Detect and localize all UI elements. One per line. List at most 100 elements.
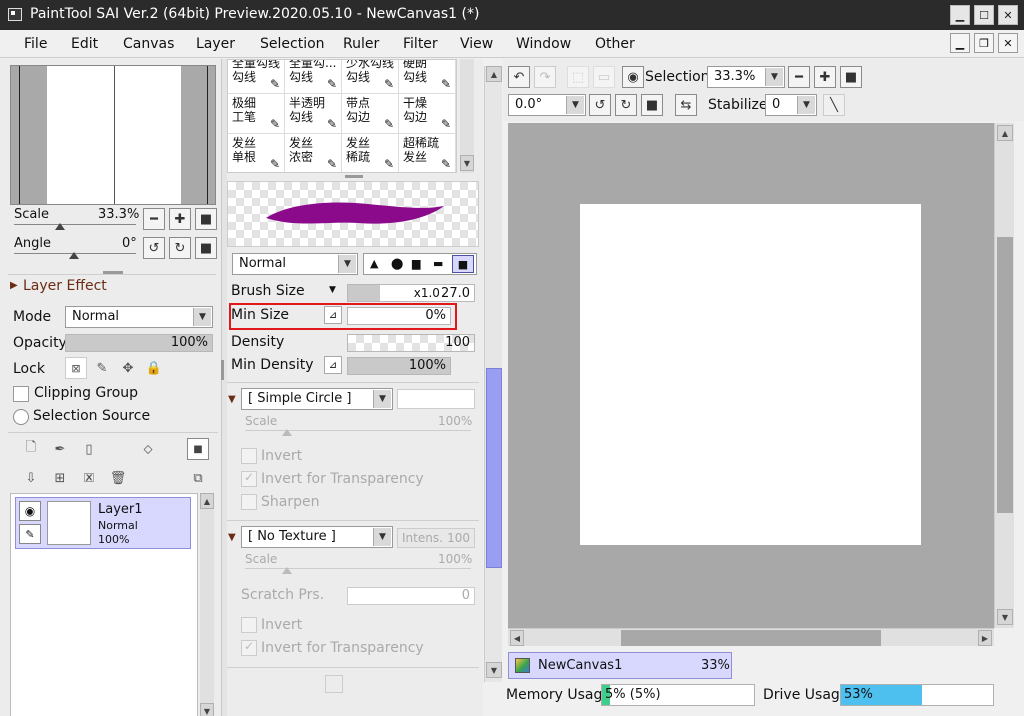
scale-slider[interactable] [14, 224, 136, 225]
canvas-rotate-reset-button[interactable]: ■ [641, 94, 663, 116]
brush-shape-select[interactable]: [ Simple Circle ] ▼ [241, 388, 393, 410]
new-layer-button[interactable]: 🗋 [20, 438, 42, 460]
tip-round-icon[interactable]: ⬤ [391, 257, 403, 270]
scroll-down-icon[interactable]: ▼ [997, 609, 1013, 625]
brush-preset-cell[interactable]: 全童勾... 勾线 ✎ [285, 60, 342, 94]
brush-size-dropdown-icon[interactable]: ▼ [329, 285, 336, 295]
doc-minimize-button[interactable]: ▁ [950, 33, 970, 53]
brush-preset-cell[interactable]: 全童勾线 勾线 ✎ [228, 60, 285, 94]
tip-trapezoid-icon[interactable]: ▆ [412, 257, 420, 270]
brush-preset-cell[interactable]: 少水勾线 勾线 ✎ [342, 60, 399, 94]
clipping-group-checkbox[interactable] [13, 386, 29, 402]
opacity-slider[interactable]: 100% [65, 334, 213, 352]
sharpen-checkbox[interactable] [241, 494, 257, 510]
scratch-pressure-input[interactable]: 0 [347, 587, 475, 605]
scroll-left-icon[interactable]: ◀ [510, 630, 524, 646]
layer-options-button[interactable]: ■ [187, 438, 209, 460]
lock-transparency-button[interactable]: ⊠ [65, 357, 87, 379]
maximize-button[interactable]: ☐ [974, 5, 994, 25]
doc-close-button[interactable]: ✕ [998, 33, 1018, 53]
zoom-select[interactable]: 33.3% ▼ [707, 66, 785, 88]
layer-copy-button[interactable]: ⧉ [187, 467, 209, 489]
canvas-vertical-scrollbar[interactable]: ▲ ▼ [994, 123, 1014, 628]
min-size-pressure-toggle[interactable]: ⊿ [324, 306, 342, 324]
menu-filter[interactable]: Filter [403, 36, 438, 52]
layer-list-scrollbar[interactable]: ▲ ▼ [200, 493, 214, 716]
brush-preset-cell[interactable]: 带点 勾边 ✎ [342, 94, 399, 134]
delete-layer-button[interactable]: 🗑 [107, 467, 129, 489]
brush-preset-cell[interactable]: 极细 工笔 ✎ [228, 94, 285, 134]
minimize-button[interactable]: ▁ [950, 5, 970, 25]
brush-preset-cell[interactable]: 发丝 浓密 ✎ [285, 134, 342, 172]
new-linework-layer-button[interactable]: ✒ [49, 438, 71, 460]
canvas-zoom-reset-button[interactable]: ■ [840, 66, 862, 88]
canvas-rotate-left-button[interactable]: ↺ [589, 94, 611, 116]
layer-edit-toggle[interactable]: ✎ [19, 524, 41, 544]
menu-edit[interactable]: Edit [71, 36, 98, 52]
lock-paint-button[interactable]: ✎ [91, 357, 113, 379]
shape-scale-handle[interactable] [282, 429, 292, 436]
texture-scale-slider[interactable] [245, 568, 471, 569]
scroll-down-icon[interactable]: ▼ [486, 662, 502, 678]
canvas-vscroll-thumb[interactable] [997, 237, 1013, 513]
deselect-button[interactable]: ⬚ [567, 66, 589, 88]
doc-restore-button[interactable]: ❐ [974, 33, 994, 53]
brush-grid-scrollbar[interactable]: ▼ [460, 59, 474, 173]
brush-preset-cell[interactable]: 发丝 稀疏 ✎ [342, 134, 399, 172]
invert-selection-button[interactable]: ▭ [593, 66, 615, 88]
layer-special-button[interactable]: ⬦ [137, 438, 159, 460]
tip-sharp-icon[interactable]: ▲ [370, 257, 378, 270]
brush-size-slider[interactable]: x1.0 27.0 [347, 284, 475, 302]
menu-other[interactable]: Other [595, 36, 635, 52]
zoom-out-button[interactable]: ━ [143, 208, 165, 230]
layer-mode-select[interactable]: Normal ▼ [65, 306, 213, 328]
canvas-horizontal-scrollbar[interactable]: ◀ ▶ [508, 628, 994, 646]
brush-panel-scroll-thumb[interactable] [486, 368, 502, 568]
zoom-in-button[interactable]: ✚ [169, 208, 191, 230]
angle-slider-handle[interactable] [69, 252, 79, 259]
texture-scale-handle[interactable] [282, 567, 292, 574]
new-folder-button[interactable]: ▯ [78, 438, 100, 460]
transfer-down-button[interactable]: ⇩ [20, 467, 42, 489]
menu-layer[interactable]: Layer [196, 36, 235, 52]
menu-selection[interactable]: Selection [260, 36, 325, 52]
collapse-triangle-icon[interactable]: ▼ [228, 394, 236, 405]
scroll-down-icon[interactable]: ▼ [460, 155, 474, 171]
straight-line-button[interactable]: ╲ [823, 94, 845, 116]
brush-preset-cell[interactable]: 发丝 单根 ✎ [228, 134, 285, 172]
texture-invert-checkbox[interactable] [241, 617, 257, 633]
collapse-triangle-icon[interactable]: ▼ [228, 532, 236, 543]
tip-square-icon[interactable]: ■ [452, 255, 474, 273]
canvas-tab[interactable]: NewCanvas1 33% [508, 652, 732, 679]
tip-flat-icon[interactable]: ▬ [433, 257, 443, 270]
canvas-zoom-out-button[interactable]: ━ [788, 66, 810, 88]
brush-grid-resize-handle[interactable] [345, 175, 363, 178]
canvas-viewport[interactable] [508, 123, 994, 628]
layer-visibility-toggle[interactable]: ◉ [19, 501, 41, 521]
flip-horizontal-button[interactable]: ⇆ [675, 94, 697, 116]
canvas-angle-select[interactable]: 0.0° ▼ [508, 94, 586, 116]
brush-preset-cell[interactable]: 干燥 勾边 ✎ [399, 94, 456, 134]
menu-file[interactable]: File [24, 36, 47, 52]
scroll-down-icon[interactable]: ▼ [200, 703, 214, 716]
min-density-slider[interactable]: 100% [347, 357, 451, 375]
menu-ruler[interactable]: Ruler [343, 36, 379, 52]
brush-blend-mode-select[interactable]: Normal ▼ [232, 253, 358, 275]
expand-triangle-icon[interactable]: ▶ [10, 280, 18, 291]
invert-transparency-checkbox[interactable]: ✓ [241, 470, 257, 487]
min-density-pressure-toggle[interactable]: ⊿ [324, 356, 342, 374]
show-selection-toggle[interactable]: ◉ [622, 66, 644, 88]
brush-preset-cell[interactable]: 半透明 勾线 ✎ [285, 94, 342, 134]
texture-select[interactable]: [ No Texture ] ▼ [241, 526, 393, 548]
lock-all-button[interactable]: 🔒 [143, 357, 165, 379]
canvas-hscroll-thumb[interactable] [621, 630, 881, 646]
menu-window[interactable]: Window [516, 36, 571, 52]
scroll-up-icon[interactable]: ▲ [200, 493, 214, 509]
layer-effect-header[interactable]: Layer Effect [23, 278, 107, 294]
close-button[interactable]: ✕ [998, 5, 1018, 25]
layer-row[interactable]: ◉ ✎ Layer1 Normal 100% [15, 497, 191, 549]
selection-source-radio[interactable] [13, 409, 29, 425]
brush-panel-scrollbar[interactable]: ▲ ▼ [484, 66, 502, 682]
undo-button[interactable]: ↶ [508, 66, 530, 88]
texture-intensity-slider[interactable]: Intens. 100 [397, 528, 475, 548]
